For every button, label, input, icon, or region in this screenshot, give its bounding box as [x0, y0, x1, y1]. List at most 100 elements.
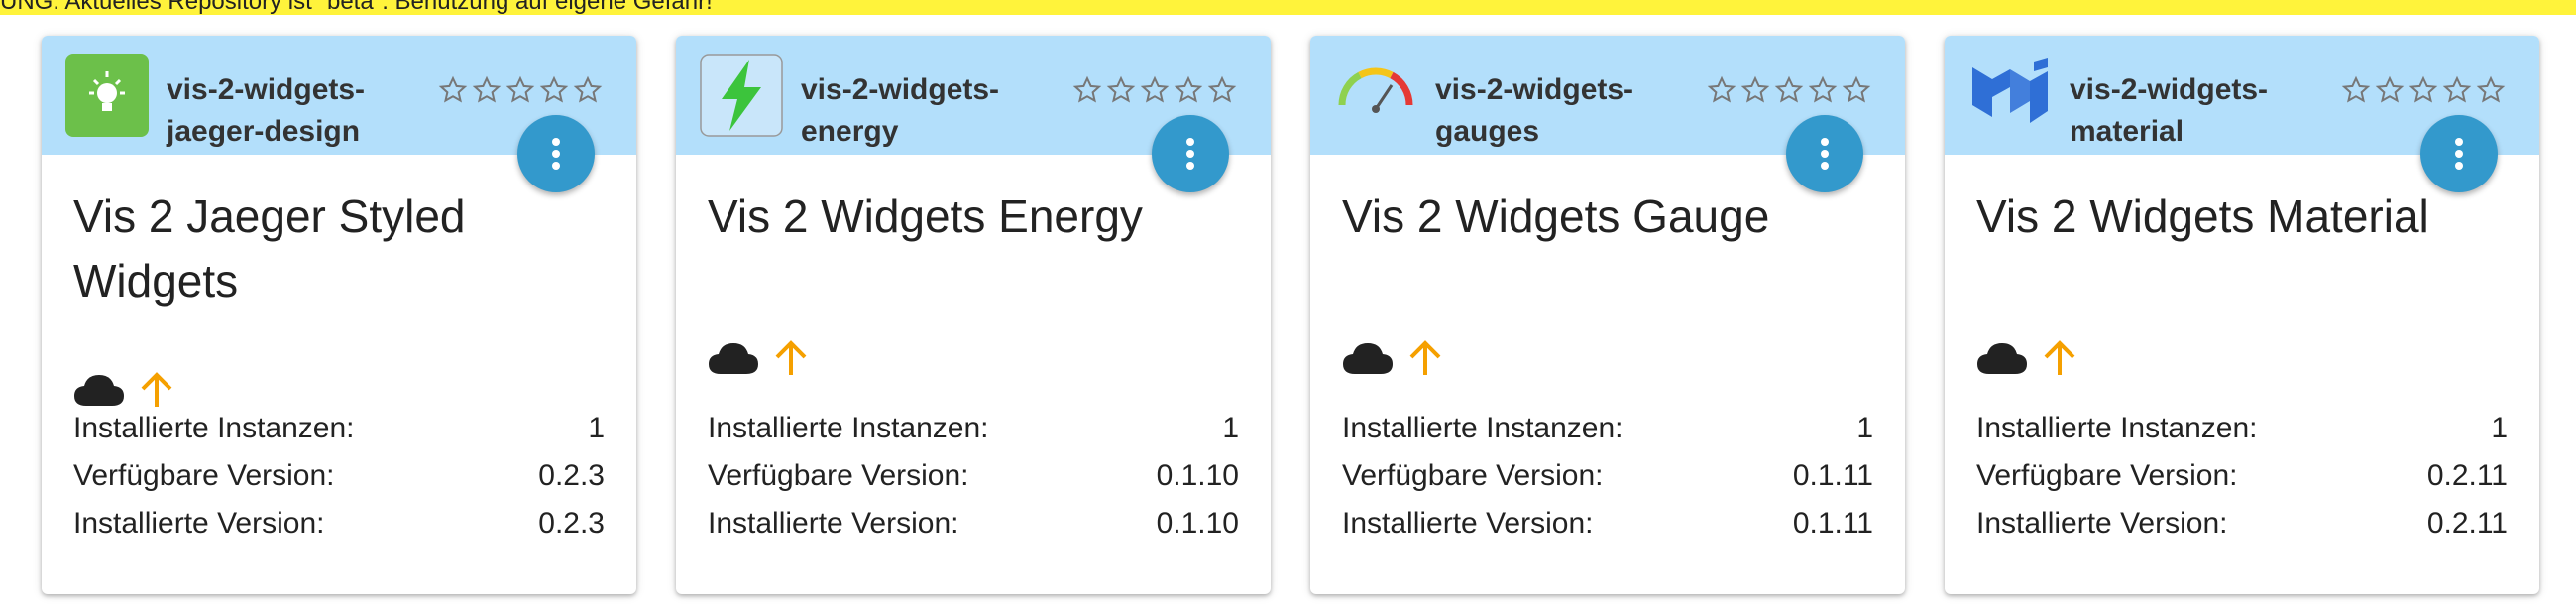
more-options-button[interactable]	[1786, 115, 1863, 192]
available-version-row: Verfügbare Version: 0.2.3	[73, 452, 605, 500]
cloud-icon	[74, 375, 124, 406]
instances-value: 1	[2491, 412, 2508, 444]
available-version-label: Verfügbare Version:	[1342, 459, 1604, 492]
installed-version-label: Installierte Version:	[708, 507, 959, 540]
instances-label: Installierte Instanzen:	[1976, 412, 2258, 444]
installed-version-value: 0.1.11	[1792, 507, 1873, 540]
adapter-name: vis-2-widgets-jaeger-design	[167, 73, 366, 148]
adapter-info: Installierte Instanzen: 1 Verfügbare Ver…	[1342, 405, 1873, 548]
star-outline-icon[interactable]	[2375, 75, 2405, 105]
status-icons	[708, 339, 809, 377]
more-vertical-icon	[1821, 138, 1829, 170]
adapter-title: Vis 2 Widgets Energy	[708, 190, 1143, 242]
instances-row: Installierte Instanzen: 1	[73, 405, 605, 452]
adapter-card-list: vis-2-widgets-jaeger-design Vis 2 Jaeger…	[42, 36, 2576, 601]
installed-version-value: 0.1.10	[1156, 507, 1239, 540]
installed-version-value: 0.2.3	[538, 507, 605, 540]
more-options-button[interactable]	[517, 115, 595, 192]
card-header: vis-2-widgets-material	[1945, 36, 2539, 192]
adapter-card-energy: vis-2-widgets-energy Vis 2 Widgets Energ…	[676, 36, 1271, 594]
installed-version-value: 0.2.11	[2426, 507, 2508, 540]
status-icons	[73, 371, 174, 409]
adapter-name: vis-2-widgets-energy	[801, 73, 1000, 148]
energy-lightning-icon	[700, 54, 783, 137]
adapter-info: Installierte Instanzen: 1 Verfügbare Ver…	[1976, 405, 2508, 548]
instances-row: Installierte Instanzen: 1	[1342, 405, 1873, 452]
available-version-value: 0.1.11	[1792, 459, 1873, 492]
adapter-title: Vis 2 Widgets Gauge	[1342, 190, 1770, 242]
star-outline-icon[interactable]	[1207, 75, 1237, 105]
star-outline-icon[interactable]	[1740, 75, 1770, 105]
star-outline-icon[interactable]	[438, 75, 468, 105]
status-icons	[1342, 339, 1443, 377]
star-outline-icon[interactable]	[1072, 75, 1102, 105]
card-header: vis-2-widgets-energy	[676, 36, 1271, 192]
gauge-icon	[1338, 67, 1413, 113]
update-available-icon[interactable]	[1407, 339, 1443, 377]
more-vertical-icon	[2455, 138, 2463, 170]
instances-label: Installierte Instanzen:	[708, 412, 989, 444]
star-outline-icon[interactable]	[505, 75, 535, 105]
card-header: vis-2-widgets-jaeger-design	[42, 36, 636, 192]
star-outline-icon[interactable]	[472, 75, 502, 105]
update-available-icon[interactable]	[773, 339, 809, 377]
star-outline-icon[interactable]	[1106, 75, 1136, 105]
available-version-row: Verfügbare Version: 0.1.10	[708, 452, 1239, 500]
adapter-title: Vis 2 Jaeger Styled Widgets	[73, 190, 466, 307]
star-outline-icon[interactable]	[539, 75, 569, 105]
star-outline-icon[interactable]	[2408, 75, 2438, 105]
star-outline-icon[interactable]	[1140, 75, 1170, 105]
more-options-button[interactable]	[1152, 115, 1229, 192]
star-outline-icon[interactable]	[573, 75, 603, 105]
rating-stars[interactable]	[438, 75, 603, 105]
installed-version-row: Installierte Version: 0.2.3	[73, 500, 605, 548]
star-outline-icon[interactable]	[2341, 75, 2371, 105]
star-outline-icon[interactable]	[1842, 75, 1871, 105]
available-version-label: Verfügbare Version:	[708, 459, 969, 492]
adapter-info: Installierte Instanzen: 1 Verfügbare Ver…	[708, 405, 1239, 548]
card-header: vis-2-widgets-gauges	[1310, 36, 1905, 192]
more-vertical-icon	[552, 138, 560, 170]
available-version-row: Verfügbare Version: 0.1.11	[1342, 452, 1873, 500]
instances-row: Installierte Instanzen: 1	[708, 405, 1239, 452]
installed-version-row: Installierte Version: 0.1.11	[1342, 500, 1873, 548]
rating-stars[interactable]	[1707, 75, 1871, 105]
available-version-value: 0.1.10	[1156, 459, 1239, 492]
beta-warning-bar: UNG: Aktuelles Repository ist "beta". Be…	[0, 0, 2576, 15]
adapter-card-material: vis-2-widgets-material Vis 2 Widgets Mat…	[1945, 36, 2539, 594]
adapter-title: Vis 2 Widgets Material	[1976, 190, 2429, 242]
adapter-name: vis-2-widgets-material	[2070, 73, 2269, 148]
star-outline-icon[interactable]	[1774, 75, 1804, 105]
available-version-value: 0.2.3	[538, 459, 605, 492]
star-outline-icon[interactable]	[1174, 75, 1203, 105]
cloud-icon	[1343, 343, 1393, 374]
instances-label: Installierte Instanzen:	[73, 412, 355, 444]
cloud-icon	[709, 343, 758, 374]
star-outline-icon[interactable]	[1808, 75, 1838, 105]
installed-version-label: Installierte Version:	[1976, 507, 2228, 540]
star-outline-icon[interactable]	[2476, 75, 2506, 105]
jaeger-design-icon	[65, 54, 149, 137]
star-outline-icon[interactable]	[1707, 75, 1736, 105]
instances-value: 1	[1856, 412, 1873, 444]
material-logo-icon	[1972, 58, 2048, 123]
status-icons	[1976, 339, 2077, 377]
star-outline-icon[interactable]	[2442, 75, 2472, 105]
available-version-row: Verfügbare Version: 0.2.11	[1976, 452, 2508, 500]
rating-stars[interactable]	[2341, 75, 2506, 105]
available-version-label: Verfügbare Version:	[1976, 459, 2238, 492]
rating-stars[interactable]	[1072, 75, 1237, 105]
cloud-icon	[1977, 343, 2027, 374]
instances-value: 1	[1222, 412, 1239, 444]
more-vertical-icon	[1186, 138, 1194, 170]
adapter-name: vis-2-widgets-gauges	[1435, 73, 1634, 148]
update-available-icon[interactable]	[2042, 339, 2077, 377]
instances-value: 1	[588, 412, 605, 444]
installed-version-row: Installierte Version: 0.1.10	[708, 500, 1239, 548]
update-available-icon[interactable]	[139, 371, 174, 409]
installed-version-row: Installierte Version: 0.2.11	[1976, 500, 2508, 548]
beta-warning-text: UNG: Aktuelles Repository ist "beta". Be…	[0, 0, 713, 15]
instances-row: Installierte Instanzen: 1	[1976, 405, 2508, 452]
adapter-info: Installierte Instanzen: 1 Verfügbare Ver…	[73, 405, 605, 548]
more-options-button[interactable]	[2420, 115, 2498, 192]
